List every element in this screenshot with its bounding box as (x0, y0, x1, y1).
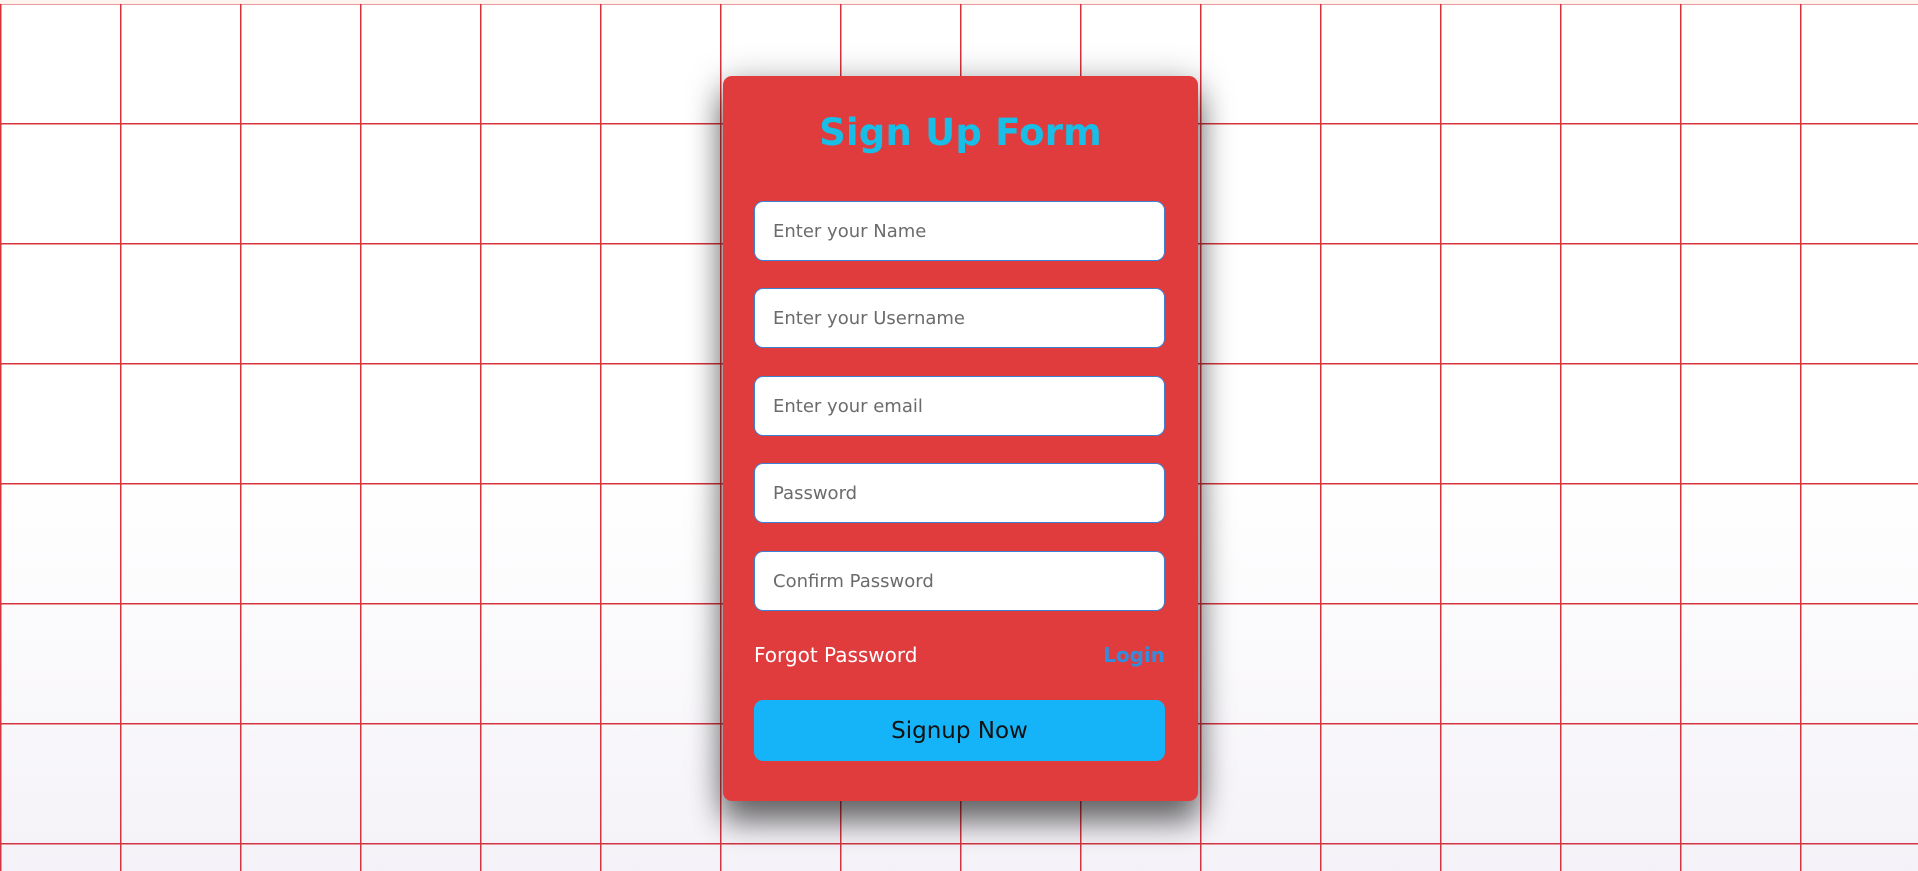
name-input[interactable] (754, 201, 1165, 261)
username-input[interactable] (754, 288, 1165, 348)
forgot-password-link[interactable]: Forgot Password (754, 643, 917, 667)
email-input[interactable] (754, 376, 1165, 436)
signup-button[interactable]: Signup Now (754, 700, 1165, 761)
signup-card: Sign Up Form Forgot Password Login Signu… (723, 76, 1198, 801)
confirm-password-input[interactable] (754, 551, 1165, 611)
top-strip (0, 0, 1918, 4)
password-input[interactable] (754, 463, 1165, 523)
links-row: Forgot Password Login (754, 641, 1165, 671)
login-link[interactable]: Login (1103, 643, 1165, 667)
form-title: Sign Up Form (819, 111, 1102, 154)
